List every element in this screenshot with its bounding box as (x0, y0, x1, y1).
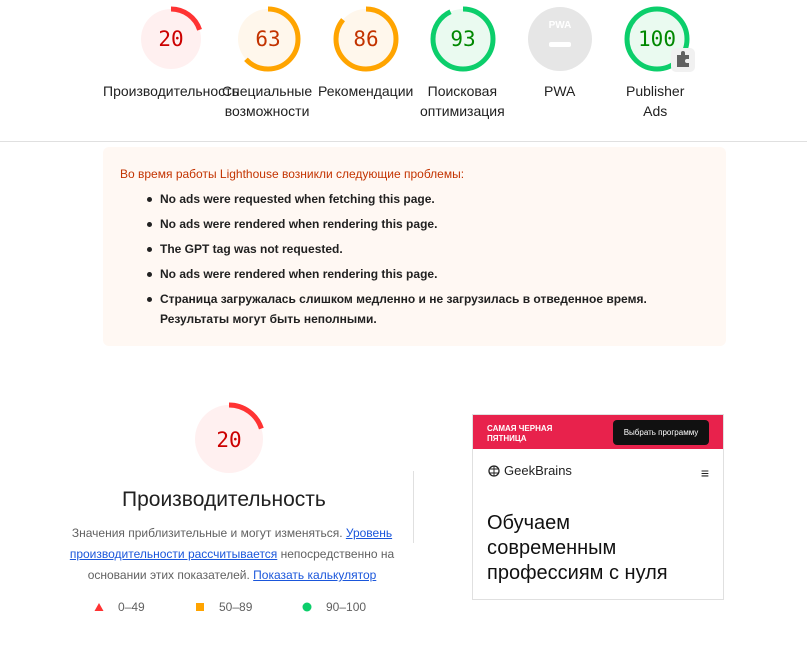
label-line: Publisher (626, 83, 685, 99)
logo-text: GeekBrains (504, 463, 572, 478)
warning-item: No ads were rendered when rendering this… (147, 264, 700, 284)
performance-title: Производительность (122, 488, 326, 511)
gauge-ring: 20 (138, 6, 204, 72)
site-logo: GeekBrains (488, 463, 572, 478)
promo-text: САМАЯ ЧЕРНАЯ ПЯТНИЦА (487, 424, 552, 444)
gauge-label-performance: Производительность (103, 83, 239, 99)
gauge-ring: 100 (624, 6, 695, 72)
legend-range: 50–89 (219, 600, 253, 614)
headline-line: профессиям с нуля (487, 562, 668, 584)
headline-line: Обучаем (487, 512, 570, 534)
warnings-title: Во время работы Lighthouse возникли след… (120, 167, 465, 181)
gauge-label-seo: Поисковая оптимизация (420, 81, 505, 121)
performance-gauge-ring: 20 (192, 402, 266, 476)
section-divider (413, 471, 414, 543)
site-header: GeekBrains ≡ (473, 449, 723, 489)
plugin-icon (671, 48, 695, 72)
gauge-score: 100 (638, 27, 676, 51)
gauge-accessibility[interactable]: 63 (234, 5, 302, 73)
warning-item: Страница загружалась слишком медленно и … (147, 289, 700, 329)
show-calculator-link[interactable]: Показать калькулятор (253, 568, 376, 582)
gauge-label-best-practices: Рекомендации (318, 83, 414, 99)
promo-line: САМАЯ ЧЕРНАЯ (487, 424, 553, 433)
promo-line: ПЯТНИЦА (487, 434, 527, 443)
warnings-box: Во время работы Lighthouse возникли след… (103, 147, 726, 346)
legend-range: 90–100 (326, 600, 367, 614)
gauge-performance[interactable]: 20 (137, 5, 205, 73)
square-icon (196, 603, 204, 611)
gauge-publisher-ads[interactable]: 100 (623, 5, 699, 73)
performance-gauge: 20 (192, 402, 266, 481)
performance-score: 20 (216, 428, 241, 452)
gauge-score: 20 (158, 27, 183, 51)
gauge-label-accessibility: Специальные возможности (222, 81, 312, 121)
gauge-label-publisher-ads: Publisher Ads (626, 81, 684, 121)
gauge-ring: 63 (235, 6, 301, 72)
legend-pass: 90–100 (302, 600, 366, 614)
gauge-pwa[interactable]: PWA (526, 5, 594, 73)
desc-text: Значения приблизительные и могут изменят… (71, 526, 346, 540)
legend-average: 50–89 (195, 600, 252, 614)
gauge-best-practices[interactable]: 86 (332, 5, 400, 73)
gauge-score: 63 (255, 27, 280, 51)
gauge-ring: 86 (333, 6, 399, 72)
gauge-score: 86 (353, 27, 378, 51)
choose-program-button: Выбрать программу (613, 420, 709, 445)
pwa-badge-icon: PWA (528, 7, 592, 71)
headline-line: современным (487, 537, 617, 559)
brain-logo-icon (488, 464, 500, 477)
warning-item: No ads were requested when fetching this… (147, 189, 700, 209)
label-line: Специальные (222, 83, 313, 99)
gauge-score: 93 (450, 27, 475, 51)
label-line: Поисковая (427, 83, 498, 99)
warning-item: The GPT tag was not requested. (147, 239, 700, 259)
label-line: Ads (643, 103, 668, 119)
header-divider (0, 141, 807, 142)
gauge-label-pwa: PWA (544, 83, 576, 99)
site-headline: Обучаем современным профессиям с нуля (487, 511, 668, 586)
gauge-ring: 93 (430, 6, 496, 72)
circle-icon (302, 602, 312, 612)
label-line: возможности (224, 103, 310, 119)
warnings-list: No ads were requested when fetching this… (147, 184, 700, 329)
pwa-badge-text: PWA (549, 20, 572, 31)
warning-item: No ads were rendered when rendering this… (147, 214, 700, 234)
legend-range: 0–49 (118, 600, 145, 614)
label-line: оптимизация (420, 103, 505, 119)
triangle-icon (94, 603, 104, 611)
promo-banner: САМАЯ ЧЕРНАЯ ПЯТНИЦА Выбрать программу (473, 415, 723, 449)
hamburger-menu-icon: ≡ (700, 465, 709, 481)
performance-description: Значения приблизительные и могут изменят… (62, 523, 402, 586)
gauge-seo[interactable]: 93 (429, 5, 497, 73)
page-screenshot-preview[interactable]: САМАЯ ЧЕРНАЯ ПЯТНИЦА Выбрать программу G… (472, 414, 724, 600)
legend-fail: 0–49 (94, 600, 145, 614)
